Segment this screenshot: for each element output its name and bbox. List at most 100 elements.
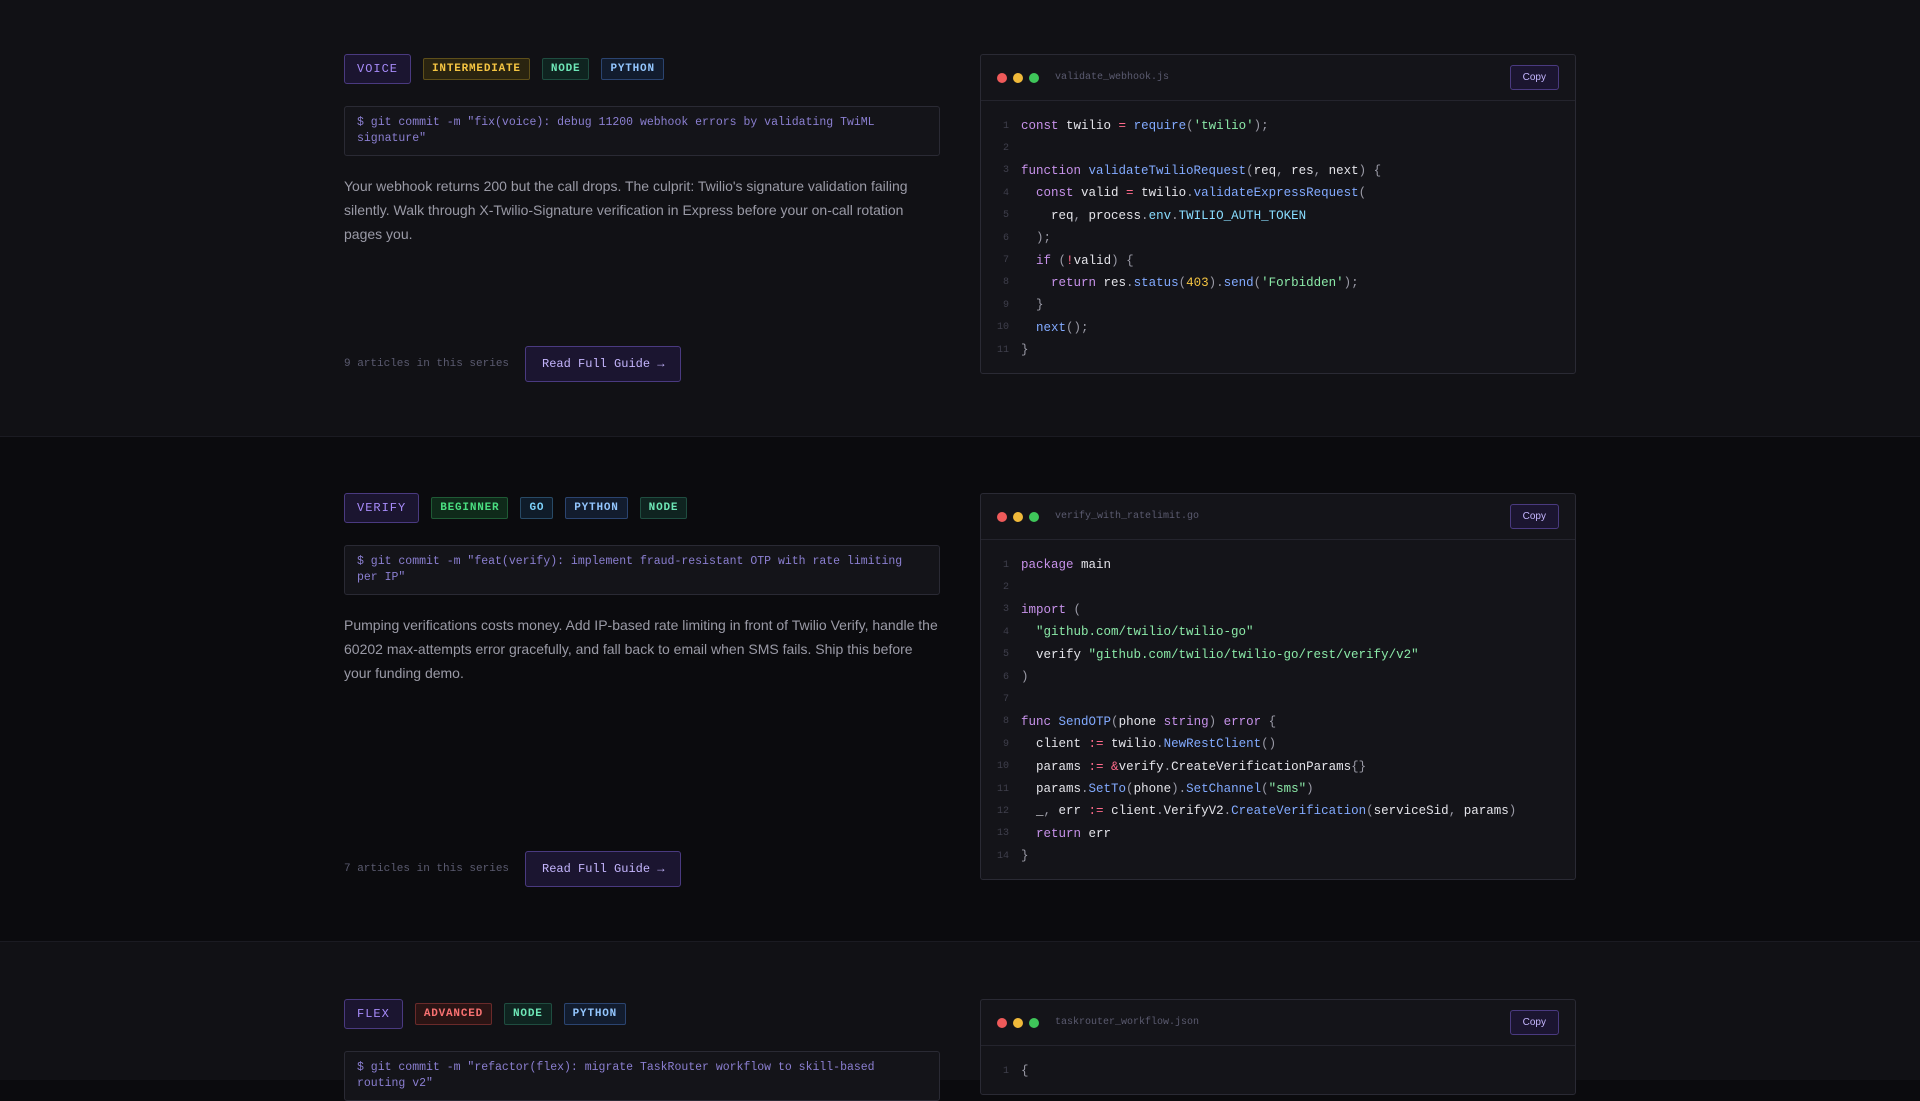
line-number: 11 <box>996 783 1009 795</box>
copy-button[interactable]: Copy <box>1509 65 1559 90</box>
code-token: ) <box>1021 670 1029 685</box>
commit-message: $ git commit -m "refactor(flex): migrate… <box>344 1051 940 1101</box>
line-number: 6 <box>1002 232 1009 244</box>
code-token: VerifyV2 <box>1163 804 1224 819</box>
code-token: ); <box>1253 119 1269 134</box>
code-line: 11} <box>981 339 1575 361</box>
maximize-dot-icon <box>1029 72 1039 83</box>
guide-footer: 7 articles in this series Read Full Guid… <box>344 851 682 887</box>
code-text: params := &verify.CreateVerificationPara… <box>1021 760 1366 774</box>
language-tag-node[interactable]: NODE <box>541 58 590 80</box>
code-token: ( <box>1178 275 1187 290</box>
code-text: function validateTwilioRequest(req, res,… <box>1021 164 1381 178</box>
code-token: . <box>1141 208 1149 223</box>
code-token: ); <box>1343 275 1359 290</box>
series-count: 9 articles in this series <box>344 358 510 370</box>
code-token: return <box>1051 275 1097 290</box>
code-token: ! <box>1066 253 1074 268</box>
code-body[interactable]: 1 const twilio = require('twilio'); 2 3 func… <box>981 101 1575 373</box>
code-token: params <box>1463 804 1509 819</box>
level-tag[interactable]: INTERMEDIATE <box>423 58 530 80</box>
code-body[interactable]: 1 package main 2 3 import (4 "github.com/twi… <box>981 540 1575 879</box>
language-tag-python[interactable]: PYTHON <box>563 1003 627 1025</box>
line-number: 3 <box>1002 604 1009 616</box>
code-text: params.SetTo(phone).SetChannel("sms") <box>1021 782 1314 796</box>
language-tag-node[interactable]: NODE <box>504 1003 552 1025</box>
read-full-guide-button[interactable]: Read Full Guide → <box>525 346 682 382</box>
code-text: } <box>1021 343 1029 357</box>
code-token: function <box>1021 163 1082 178</box>
code-header: taskrouter_workflow.json Copy <box>981 1000 1575 1046</box>
code-token: . <box>1223 804 1232 819</box>
code-line: 10 next(); <box>981 317 1575 339</box>
code-token: ). <box>1171 782 1187 797</box>
code-token: ( <box>1126 782 1134 797</box>
code-token: ) { <box>1111 253 1134 268</box>
code-token: require <box>1133 119 1187 134</box>
code-token: ( <box>1111 714 1119 729</box>
line-number: 4 <box>1002 187 1009 199</box>
code-token: err <box>1081 826 1112 841</box>
code-token: . <box>1171 208 1179 223</box>
code-token: serviceSid <box>1373 804 1449 819</box>
code-token: = <box>1126 186 1134 201</box>
language-tag-python[interactable]: PYTHON <box>601 58 664 80</box>
minimize-dot-icon <box>1013 511 1023 522</box>
code-token: params <box>1021 759 1089 774</box>
code-panel: verify_with_ratelimit.go Copy 1 package m… <box>980 493 1576 881</box>
read-full-guide-button[interactable]: Read Full Guide → <box>525 851 682 887</box>
code-body[interactable]: 1{ <box>981 1046 1575 1094</box>
product-tag[interactable]: FLEX <box>344 999 403 1029</box>
code-token: SendOTP <box>1058 714 1112 729</box>
line-number: 7 <box>1002 255 1009 267</box>
code-panel: validate_webhook.js Copy 1 const twilio =… <box>980 54 1576 375</box>
language-tag-go[interactable]: GO <box>520 497 554 519</box>
line-number: 4 <box>1002 626 1009 638</box>
code-token: ) { <box>1358 163 1382 178</box>
guide-info: VOICE INTERMEDIATE NODE PYTHON $ git com… <box>344 54 940 246</box>
level-tag[interactable]: ADVANCED <box>414 1003 493 1025</box>
code-line: 7 if (!valid) { <box>981 249 1575 271</box>
code-token: env <box>1148 208 1172 223</box>
product-tag[interactable]: VOICE <box>344 54 412 84</box>
code-token: validateTwilioRequest <box>1088 163 1247 178</box>
code-line: 8 func SendOTP(phone string) error { <box>981 711 1575 733</box>
line-number: 10 <box>996 322 1009 334</box>
commit-message: $ git commit -m "fix(voice): debug 11200… <box>344 106 940 156</box>
product-tag[interactable]: VERIFY <box>344 493 420 523</box>
code-text: req, process.env.TWILIO_AUTH_TOKEN <box>1021 209 1306 223</box>
copy-button[interactable]: Copy <box>1509 1010 1559 1035</box>
code-token: SetTo <box>1088 782 1127 797</box>
code-token: "sms" <box>1268 782 1307 797</box>
language-tag-python[interactable]: PYTHON <box>565 497 628 519</box>
code-token: . <box>1156 737 1164 752</box>
code-token: . <box>1186 186 1194 201</box>
language-tag-node[interactable]: NODE <box>639 497 688 519</box>
guide-footer: 9 articles in this series Read Full Guid… <box>344 346 682 382</box>
level-tag[interactable]: BEGINNER <box>431 497 509 519</box>
guide-info: FLEX ADVANCED NODE PYTHON $ git commit -… <box>344 999 940 1101</box>
line-number: 9 <box>1002 299 1009 311</box>
code-token: , <box>1448 804 1464 819</box>
line-number: 1 <box>1002 1065 1009 1077</box>
code-line: 1{ <box>981 1060 1575 1082</box>
code-token: twilio <box>1133 186 1187 201</box>
maximize-dot-icon <box>1029 511 1039 522</box>
line-number: 7 <box>1002 694 1009 706</box>
code-text: { <box>1021 1064 1029 1078</box>
code-token: twilio <box>1058 119 1119 134</box>
code-window: validate_webhook.js Copy 1 const twilio =… <box>980 54 1576 375</box>
code-token: 'twilio' <box>1193 119 1254 134</box>
line-number: 11 <box>996 344 1009 356</box>
code-token: , <box>1043 804 1059 819</box>
code-token: status <box>1133 275 1179 290</box>
code-token: main <box>1073 558 1112 573</box>
code-token: client <box>1021 737 1089 752</box>
line-number: 3 <box>1002 165 1009 177</box>
copy-button[interactable]: Copy <box>1509 504 1559 529</box>
code-token: , <box>1276 163 1292 178</box>
code-token: ( <box>1366 804 1374 819</box>
